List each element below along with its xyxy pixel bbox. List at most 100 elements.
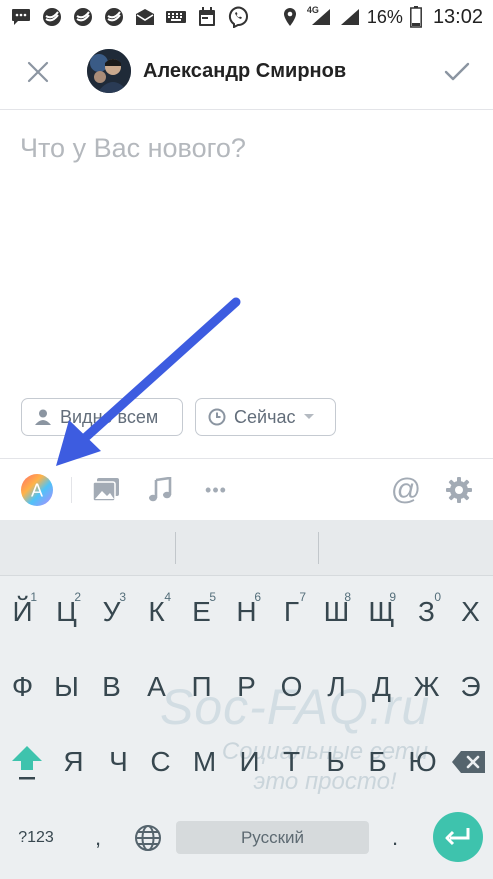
key[interactable]: Ф bbox=[0, 659, 45, 715]
avatar[interactable] bbox=[87, 49, 131, 93]
key[interactable]: Ю bbox=[400, 734, 445, 790]
sberbank-icon bbox=[41, 7, 63, 27]
visibility-label: Видно всем bbox=[60, 406, 159, 427]
onscreen-keyboard: Soc-FAQ.ru Социальные сети это просто! 1… bbox=[0, 520, 493, 879]
clock-icon bbox=[208, 408, 226, 426]
sberbank-icon bbox=[103, 7, 125, 27]
key[interactable]: 2Ц bbox=[44, 584, 89, 640]
signal-icon bbox=[339, 7, 361, 27]
key-hint: 0 bbox=[434, 590, 441, 604]
enter-key[interactable] bbox=[433, 812, 483, 862]
suggestion-divider bbox=[318, 532, 319, 564]
visibility-selector[interactable]: Видно всем bbox=[21, 398, 183, 436]
music-button[interactable] bbox=[142, 472, 178, 508]
key[interactable]: М bbox=[182, 734, 227, 790]
photo-button[interactable] bbox=[88, 472, 124, 508]
key[interactable]: Э bbox=[448, 659, 493, 715]
key-hint: 7 bbox=[299, 590, 306, 604]
post-text-input[interactable] bbox=[20, 133, 470, 353]
location-icon bbox=[279, 7, 301, 27]
close-button[interactable] bbox=[22, 56, 54, 88]
settings-button[interactable] bbox=[441, 472, 477, 508]
key-label: З bbox=[418, 596, 435, 627]
key[interactable]: 4К bbox=[134, 584, 179, 640]
photo-icon bbox=[92, 478, 119, 502]
key[interactable]: И bbox=[227, 734, 272, 790]
viber-icon bbox=[227, 6, 249, 28]
key[interactable]: Х bbox=[448, 584, 493, 640]
text-style-letter: A bbox=[31, 481, 43, 501]
key-hint: 1 bbox=[30, 590, 37, 604]
key[interactable]: 7Г bbox=[269, 584, 314, 640]
key[interactable]: С bbox=[138, 734, 183, 790]
network-type-label: 4G bbox=[306, 5, 319, 15]
more-button[interactable]: ••• bbox=[198, 472, 234, 508]
key[interactable]: Л bbox=[314, 659, 359, 715]
post-header: Александр Смирнов bbox=[0, 34, 493, 110]
key[interactable]: П bbox=[179, 659, 224, 715]
close-icon bbox=[27, 61, 49, 83]
suggestion-divider bbox=[175, 532, 176, 564]
key[interactable]: 6Н bbox=[224, 584, 269, 640]
attachment-toolbar: A ••• @ bbox=[0, 458, 493, 520]
user-icon bbox=[35, 409, 51, 425]
publish-button[interactable] bbox=[440, 56, 474, 88]
key[interactable]: В bbox=[89, 659, 134, 715]
battery-icon bbox=[409, 6, 423, 28]
text-style-icon: A bbox=[21, 474, 53, 506]
key-hint: 9 bbox=[389, 590, 396, 604]
clock: 13:02 bbox=[432, 5, 483, 28]
key[interactable]: Ь bbox=[313, 734, 358, 790]
key-hint: 6 bbox=[254, 590, 261, 604]
chevron-down-icon bbox=[304, 414, 315, 419]
key[interactable]: 1Й bbox=[0, 584, 45, 640]
key[interactable]: 0З bbox=[404, 584, 449, 640]
mail-icon bbox=[134, 7, 156, 27]
key[interactable]: Я bbox=[51, 734, 96, 790]
key-label: Х bbox=[461, 596, 480, 627]
key[interactable]: Т bbox=[269, 734, 314, 790]
key[interactable]: Ы bbox=[44, 659, 89, 715]
key[interactable]: Д bbox=[359, 659, 404, 715]
enter-icon bbox=[445, 828, 470, 846]
sberbank-icon bbox=[72, 7, 94, 27]
key-label: К bbox=[148, 596, 165, 627]
key-hint: 4 bbox=[164, 590, 171, 604]
key[interactable]: О bbox=[269, 659, 314, 715]
mention-button[interactable]: @ bbox=[388, 472, 424, 508]
key-hint: 2 bbox=[74, 590, 81, 604]
calendar-icon bbox=[196, 7, 218, 27]
suggestion-strip bbox=[0, 520, 493, 576]
publish-time-selector[interactable]: Сейчас bbox=[195, 398, 336, 436]
chat-icon bbox=[10, 7, 32, 27]
language-key[interactable] bbox=[126, 810, 170, 866]
symbols-key[interactable]: ?123 bbox=[8, 810, 64, 866]
text-style-button[interactable]: A bbox=[19, 472, 55, 508]
key-hint: 8 bbox=[344, 590, 351, 604]
author-name: Александр Смирнов bbox=[143, 60, 347, 82]
key[interactable]: 5Е bbox=[179, 584, 224, 640]
shift-key[interactable] bbox=[3, 734, 51, 790]
key[interactable]: 3У bbox=[89, 584, 134, 640]
key[interactable]: Ж bbox=[404, 659, 449, 715]
key[interactable]: Б bbox=[355, 734, 400, 790]
key[interactable]: А bbox=[134, 659, 179, 715]
keyboard-icon bbox=[165, 7, 187, 27]
status-bar: 4G 16% 13:02 bbox=[0, 0, 493, 34]
key[interactable]: 8Ш bbox=[314, 584, 359, 640]
shift-icon bbox=[12, 746, 42, 780]
compose-area bbox=[0, 111, 493, 391]
key[interactable]: Ч bbox=[96, 734, 141, 790]
globe-icon bbox=[135, 825, 161, 851]
music-icon bbox=[149, 477, 172, 502]
space-key[interactable]: Русский bbox=[176, 821, 369, 854]
backspace-key[interactable] bbox=[446, 734, 491, 790]
period-key[interactable]: . bbox=[375, 810, 415, 866]
signal-icon: 4G bbox=[306, 5, 333, 27]
more-icon: ••• bbox=[205, 479, 227, 500]
check-icon bbox=[444, 62, 470, 81]
time-label: Сейчас bbox=[234, 406, 296, 427]
key[interactable]: Р bbox=[224, 659, 269, 715]
key[interactable]: 9Щ bbox=[359, 584, 404, 640]
comma-key[interactable]: , bbox=[78, 810, 118, 866]
